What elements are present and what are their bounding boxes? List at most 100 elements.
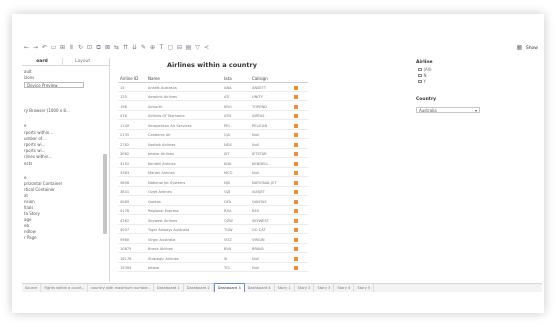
table-row[interactable]: 10675 Brava Airlines BVA BRAVA <box>118 246 308 254</box>
table-row[interactable]: 4178 Regional Express RXA REX <box>118 208 308 216</box>
size-option[interactable]: izons <box>24 75 34 80</box>
filter-option-label: (All) <box>423 67 432 72</box>
table-cell: Null <box>252 171 259 175</box>
device-preview-button[interactable]: Device Preview <box>24 82 84 88</box>
table-row[interactable]: 3608 National Jet Systems NJS NATIONAL JET <box>118 179 308 187</box>
tab-worksheet[interactable]: country with maximum number.. <box>88 283 154 292</box>
filter-option-all[interactable]: (All) <box>418 67 432 72</box>
pause-icon[interactable]: Ⅱ <box>67 43 76 53</box>
sheet-item[interactable]: rlines within... <box>24 154 52 159</box>
table-row[interactable]: 2782 Norfolk Airlines NDS Null <box>118 141 308 149</box>
table-cell: KRO <box>224 104 232 109</box>
object-extension[interactable]: nsion <box>24 199 35 204</box>
table-cell: Aerolink Airlines <box>148 95 177 99</box>
table-row[interactable]: 15 Ansett Australia ANA ANSETT <box>118 84 308 92</box>
table-row[interactable]: 3363 Maroni Airlines MCO Null <box>118 170 308 178</box>
table-row[interactable]: 1149 Aeropelican Air Services PEL PELICAN <box>118 122 308 130</box>
table-cell: KDA <box>224 161 232 166</box>
sort-descending-icon[interactable]: ⇊ <box>130 43 139 53</box>
table-row[interactable]: 3062 Jetstar Airlines JST JETSTAR <box>118 151 308 159</box>
size-dropdown[interactable]: ry Browser (1000 x 8... <box>24 108 70 113</box>
table-cell: VOZ <box>224 237 232 242</box>
table-row[interactable]: 4937 Tiger Airways Australia TGW GO CAT <box>118 227 308 235</box>
sheet-item[interactable]: rports within... <box>24 130 53 135</box>
tab-layout[interactable]: Layout <box>62 58 102 65</box>
object-page[interactable]: r Page <box>24 235 37 240</box>
table-row[interactable]: 476 Airlines Of Tasmania ATN AIRTAS <box>118 113 308 121</box>
table-cell: TOPEND <box>252 104 267 109</box>
square-mark-icon <box>294 209 298 214</box>
table-cell: VIRGIN <box>252 237 265 242</box>
undo-icon[interactable]: ↶ <box>40 43 49 53</box>
fit-icon[interactable]: ▢ <box>166 43 175 53</box>
new-datasource-icon[interactable]: ⊞ <box>58 43 67 53</box>
object-window[interactable]: ndlow <box>24 229 36 234</box>
tab-story-2[interactable]: Story 2 <box>295 283 315 292</box>
swap-icon[interactable]: ⇆ <box>112 43 121 53</box>
tab-dashboard-1[interactable]: Dashboard 1 <box>154 283 184 292</box>
country-dropdown[interactable]: Australia ▾ <box>416 107 480 113</box>
tab-story-1[interactable]: Story 1 <box>275 283 295 292</box>
label-icon[interactable]: T <box>157 43 166 53</box>
sheet-item[interactable]: rports wi... <box>24 148 45 153</box>
table-cell: 125 <box>120 95 127 99</box>
sheet-item[interactable]: rports wi... <box>24 142 45 147</box>
table-row[interactable]: 3831 Ozjet Airlines OZJ AUSJET <box>118 189 308 197</box>
tab-dashboard-4[interactable]: Dashboard 4 <box>245 283 275 292</box>
tab-data-source[interactable]: Source <box>22 283 42 292</box>
arrow-right-icon[interactable]: → <box>31 43 40 53</box>
square-mark-icon <box>294 256 298 261</box>
tab-story-3[interactable]: Story 3 <box>314 283 335 292</box>
fix-axes-icon[interactable]: ⊟ <box>175 43 184 53</box>
table-cell: JETSTAR <box>252 152 267 156</box>
arrow-left-icon[interactable]: ← <box>22 43 31 53</box>
table-cell: Kendell Airlines <box>148 161 176 166</box>
left-panel-scrollbar[interactable] <box>103 154 107 234</box>
tab-dashboard-3[interactable]: Dashboard 3 <box>213 282 245 292</box>
presentation-icon[interactable]: ▽ <box>193 43 202 53</box>
show-me-area[interactable]: ▦ Show <box>515 42 539 54</box>
table-row[interactable]: 2135 Canberra Air CJA Null <box>118 132 308 140</box>
table-row[interactable]: 4089 Qantas QFA QANTAS <box>118 198 308 206</box>
column-header-airline-id[interactable]: Airline ID <box>120 76 138 81</box>
table-row[interactable]: 5960 Virgin Australia VOZ VIRGIN <box>118 236 308 244</box>
tab-story-5[interactable]: Story 5 <box>354 283 375 292</box>
table-row[interactable]: 4762 Skywest Airlines OZW SKYWEST <box>118 217 308 225</box>
group-icon[interactable]: ⊕ <box>148 43 157 53</box>
share-icon[interactable]: ≺ <box>202 43 211 53</box>
header-divider <box>118 82 308 83</box>
sheet-item[interactable]: umber of... <box>24 136 46 141</box>
clear-icon[interactable]: ⊠ <box>103 43 112 53</box>
column-header-callsign[interactable]: Callsign <box>252 76 268 81</box>
object-horizontal-container[interactable]: prizontal Container <box>24 181 62 186</box>
column-header-name[interactable]: Name <box>148 76 160 81</box>
object-vertical-container[interactable]: rtical Container <box>24 187 55 192</box>
highlight-icon[interactable]: ✎ <box>139 43 148 53</box>
object-text[interactable]: xt <box>24 193 28 198</box>
filter-option-y[interactable]: Y <box>418 79 426 84</box>
table-cell: 15394 <box>120 266 132 270</box>
new-worksheet-icon[interactable]: ⊡ <box>85 43 94 53</box>
duplicate-icon[interactable]: ⧉ <box>94 43 103 53</box>
object-image[interactable]: age <box>24 217 31 222</box>
size-label: ault <box>24 69 32 74</box>
save-icon[interactable]: ▭ <box>49 43 58 53</box>
tab-dashboard-2[interactable]: Dashboard 2 <box>184 283 214 292</box>
table-cell: Null <box>252 266 259 270</box>
filter-option-n[interactable]: N <box>418 73 427 78</box>
tab-worksheet[interactable]: Fights within a count.. <box>41 283 88 292</box>
column-header-iata[interactable]: Iata <box>224 76 232 81</box>
tab-dashboard[interactable]: oard <box>22 58 62 65</box>
show-cards-icon[interactable]: ▤ <box>184 43 193 53</box>
object-web-page[interactable]: eb <box>24 223 29 228</box>
object-data-story[interactable]: ta Story <box>24 211 40 216</box>
sort-ascending-icon[interactable]: ⇈ <box>121 43 130 53</box>
table-row[interactable]: 15394 Jetstar TCL Null <box>118 265 308 273</box>
object-item[interactable]: ltials <box>24 205 33 210</box>
table-row[interactable]: 3152 Kendell Airlines KDA KENDELL <box>118 160 308 168</box>
refresh-icon[interactable]: ↻ <box>76 43 85 53</box>
table-row[interactable]: 16178 Strategic Airlines SI Null <box>118 255 308 263</box>
tab-story-4[interactable]: Story 4 <box>334 283 355 292</box>
table-row[interactable]: 196 Airnorth KRO TOPEND <box>118 103 308 111</box>
table-row[interactable]: 125 Aerolink Airlines ATI UNITY <box>118 94 308 102</box>
